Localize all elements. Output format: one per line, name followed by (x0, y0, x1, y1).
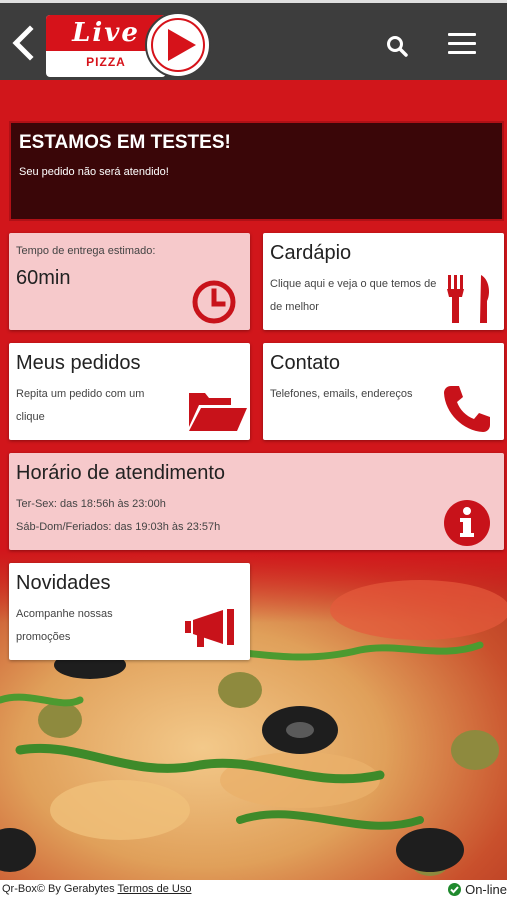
footer-credit: Qr-Box© By Gerabytes (2, 883, 115, 895)
online-status-label: On-line (465, 882, 507, 897)
phone-icon (444, 386, 490, 432)
fork-knife-icon (447, 275, 489, 323)
menu-tile[interactable]: Cardápio Clique aqui e veja o que temos … (263, 233, 504, 330)
brand-logo[interactable]: Live PIZZA (44, 11, 214, 79)
menu-icon-bar (448, 33, 476, 36)
contact-tile[interactable]: Contato Telefones, emails, endereços (263, 343, 504, 440)
menu-tile-line2: de melhor (270, 301, 319, 313)
play-icon (145, 12, 211, 78)
main-content: ESTAMOS EM TESTES! Seu pedido não será a… (0, 80, 507, 880)
test-mode-banner: ESTAMOS EM TESTES! Seu pedido não será a… (9, 121, 504, 221)
delivery-time-value: 60min (16, 267, 71, 289)
news-line1: Acompanhe nossas (16, 608, 113, 620)
menu-icon-bar (448, 42, 476, 45)
my-orders-line2: clique (16, 411, 45, 423)
chevron-left-icon (12, 25, 34, 61)
delivery-time-tile[interactable]: Tempo de entrega estimado: 60min (9, 233, 250, 330)
megaphone-icon (185, 609, 234, 647)
info-icon (444, 500, 490, 546)
menu-icon-bar (448, 51, 476, 54)
news-title: Novidades (16, 572, 111, 594)
search-icon (387, 36, 408, 57)
banner-subtitle: Seu pedido não será atendido! (19, 166, 169, 178)
menu-tile-line1: Clique aqui e veja o que temos de (270, 278, 437, 290)
contact-description: Telefones, emails, endereços (270, 383, 412, 406)
footer-bar: Qr-Box© By Gerabytes Termos de Uso On-li… (0, 880, 507, 900)
contact-title: Contato (270, 352, 341, 374)
my-orders-title: Meus pedidos (16, 352, 141, 374)
app-header: Live PIZZA (0, 0, 507, 80)
menu-tile-title: Cardápio (270, 242, 352, 264)
check-circle-icon (448, 883, 462, 896)
opening-hours-title: Horário de atendimento (16, 462, 226, 484)
opening-hours-tile[interactable]: Horário de atendimento Ter-Sex: das 18:5… (9, 453, 504, 550)
banner-title: ESTAMOS EM TESTES! (19, 132, 231, 153)
opening-hours-description: Ter-Sex: das 18:56h às 23:00h Sáb-Dom/Fe… (16, 493, 220, 539)
online-status: On-line (448, 882, 507, 897)
menu-tile-description: Clique aqui e veja o que temos de de mel… (270, 273, 436, 319)
footer-credit-area: Qr-Box© By Gerabytes Termos de Uso (2, 883, 191, 895)
contact-line1: Telefones, emails, endereços (270, 388, 413, 400)
news-line2: promoções (16, 631, 71, 643)
terms-of-use-link[interactable]: Termos de Uso (118, 883, 192, 895)
news-tile[interactable]: Novidades Acompanhe nossas promoções (9, 563, 250, 660)
news-description: Acompanhe nossas promoções (16, 603, 113, 649)
delivery-time-label: Tempo de entrega estimado: (16, 245, 156, 257)
hamburger-menu-button[interactable] (448, 31, 482, 57)
my-orders-tile[interactable]: Meus pedidos Repita um pedido com um cli… (9, 343, 250, 440)
my-orders-line1: Repita um pedido com um (16, 388, 145, 400)
back-button[interactable] (8, 23, 38, 63)
my-orders-description: Repita um pedido com um clique (16, 383, 144, 429)
folder-open-icon (189, 393, 247, 431)
hours-weekends: Sáb-Dom/Feriados: das 19:03h às 23:57h (16, 521, 221, 533)
hours-weekdays: Ter-Sex: das 18:56h às 23:00h (16, 498, 166, 510)
search-button[interactable] (384, 33, 410, 59)
clock-icon (192, 280, 236, 324)
